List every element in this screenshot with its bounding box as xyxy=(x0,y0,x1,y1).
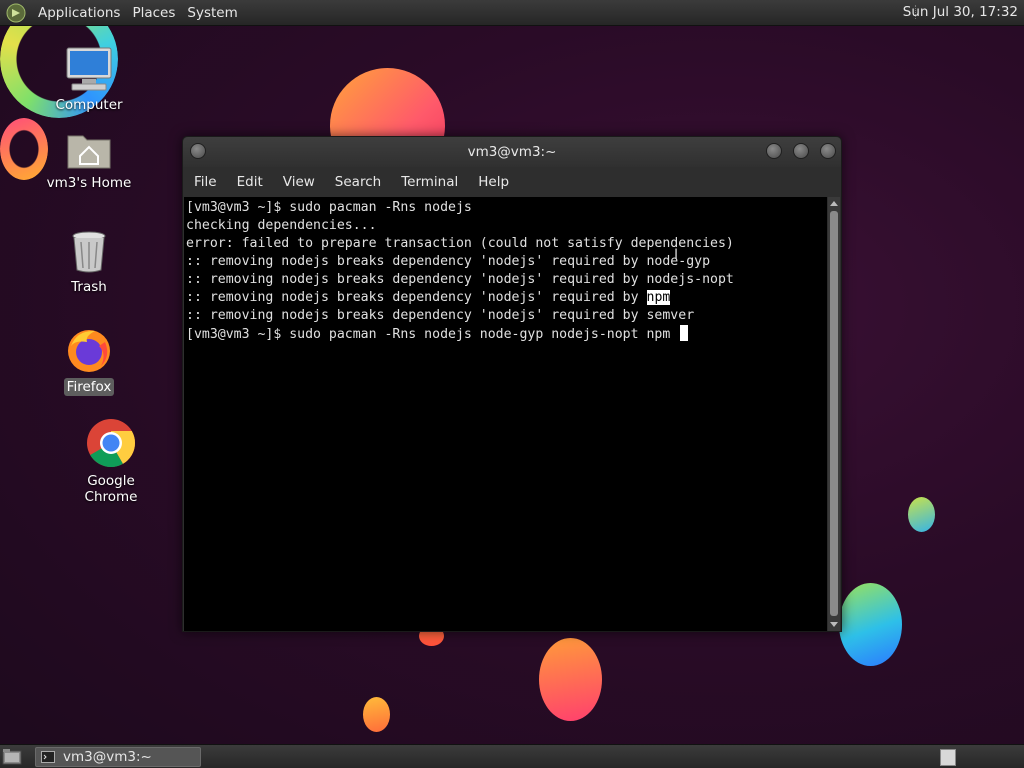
close-button[interactable] xyxy=(820,143,836,159)
trash-icon xyxy=(72,231,106,273)
wallpaper-blob xyxy=(908,497,935,532)
scroll-up-arrow-icon[interactable] xyxy=(830,201,838,206)
menu-places[interactable]: Places xyxy=(126,5,181,21)
terminal-line: :: removing nodejs breaks dependency 'no… xyxy=(186,289,827,307)
chrome-icon xyxy=(87,419,136,468)
terminal-line: [vm3@vm3 ~]$ sudo pacman -Rns nodejs nod… xyxy=(186,325,827,343)
minimize-button[interactable] xyxy=(766,143,782,159)
desktop-icon-label: Trash xyxy=(71,279,107,295)
workspace-switcher[interactable] xyxy=(940,749,956,766)
computer-icon xyxy=(66,47,112,91)
maximize-button[interactable] xyxy=(793,143,809,159)
desktop-icon-chrome[interactable]: Google Chrome xyxy=(56,418,166,506)
terminal-line: [vm3@vm3 ~]$ sudo pacman -Rns nodejs xyxy=(186,200,472,215)
terminal-window[interactable]: vm3@vm3:~ File Edit View Search Terminal… xyxy=(182,136,842,632)
desktop-icon-trash[interactable]: Trash xyxy=(34,230,144,296)
scroll-down-arrow-icon[interactable] xyxy=(830,622,838,627)
desktop-icon-computer[interactable]: Computer xyxy=(34,46,144,114)
terminal-line: :: removing nodejs breaks dependency 'no… xyxy=(186,272,734,287)
text-cursor xyxy=(680,325,689,341)
terminal-line: :: removing nodejs breaks dependency 'no… xyxy=(186,254,711,269)
desktop-icon-label: Google Chrome xyxy=(84,473,138,505)
menu-help[interactable]: Help xyxy=(467,174,518,190)
menu-edit[interactable]: Edit xyxy=(226,174,272,190)
menu-applications[interactable]: Applications xyxy=(32,5,126,21)
wallpaper-blob xyxy=(839,583,902,666)
mate-logo-icon[interactable] xyxy=(6,3,26,23)
firefox-icon xyxy=(68,330,110,372)
titlebar[interactable]: vm3@vm3:~ xyxy=(183,137,841,167)
terminal-output[interactable]: [vm3@vm3 ~]$ sudo pacman -Rns nodejs chec… xyxy=(184,197,827,631)
terminal-line: :: removing nodejs breaks dependency 'no… xyxy=(186,308,695,323)
terminal-line-text: :: removing nodejs breaks dependency 'no… xyxy=(186,290,647,305)
menu-file[interactable]: File xyxy=(183,174,226,190)
taskbar-window-button[interactable]: vm3@vm3:~ xyxy=(35,747,201,767)
taskbar-window-label: vm3@vm3:~ xyxy=(63,749,152,765)
bottom-panel: vm3@vm3:~ xyxy=(0,744,1024,768)
desktop-icon-label: Firefox xyxy=(63,378,115,396)
terminal-scrollbar[interactable] xyxy=(828,197,840,631)
wallpaper-blob xyxy=(539,638,602,721)
menu-terminal[interactable]: Terminal xyxy=(390,174,467,190)
desktop-icon-home[interactable]: vm3's Home xyxy=(34,130,144,192)
window-title: vm3@vm3:~ xyxy=(467,144,557,160)
selected-text: npm xyxy=(646,290,671,305)
menu-view[interactable]: View xyxy=(272,174,324,190)
desktop-icon-firefox[interactable]: Firefox xyxy=(34,326,144,396)
menu-system[interactable]: System xyxy=(181,5,243,21)
wallpaper-blob xyxy=(363,697,390,732)
terminal-line: checking dependencies... xyxy=(186,218,377,233)
ibeam-cursor-icon: I xyxy=(674,247,679,263)
home-folder-icon xyxy=(67,135,111,169)
terminal-icon xyxy=(41,751,55,763)
menu-search[interactable]: Search xyxy=(324,174,390,190)
terminal-line: error: failed to prepare transaction (co… xyxy=(186,236,734,251)
desktop-icon-label: Computer xyxy=(55,97,123,113)
scrollbar-thumb[interactable] xyxy=(830,211,838,616)
desktop-icon-label: vm3's Home xyxy=(46,175,132,191)
terminal-prompt-line: [vm3@vm3 ~]$ sudo pacman -Rns nodejs nod… xyxy=(186,327,679,342)
top-panel: Applications Places System Sun Jul 30, 1… xyxy=(0,0,1024,26)
terminal-menubar: File Edit View Search Terminal Help xyxy=(183,167,841,196)
show-desktop-icon[interactable] xyxy=(2,748,22,766)
clock[interactable]: Sun Jul 30, 17:32 xyxy=(903,4,1018,20)
